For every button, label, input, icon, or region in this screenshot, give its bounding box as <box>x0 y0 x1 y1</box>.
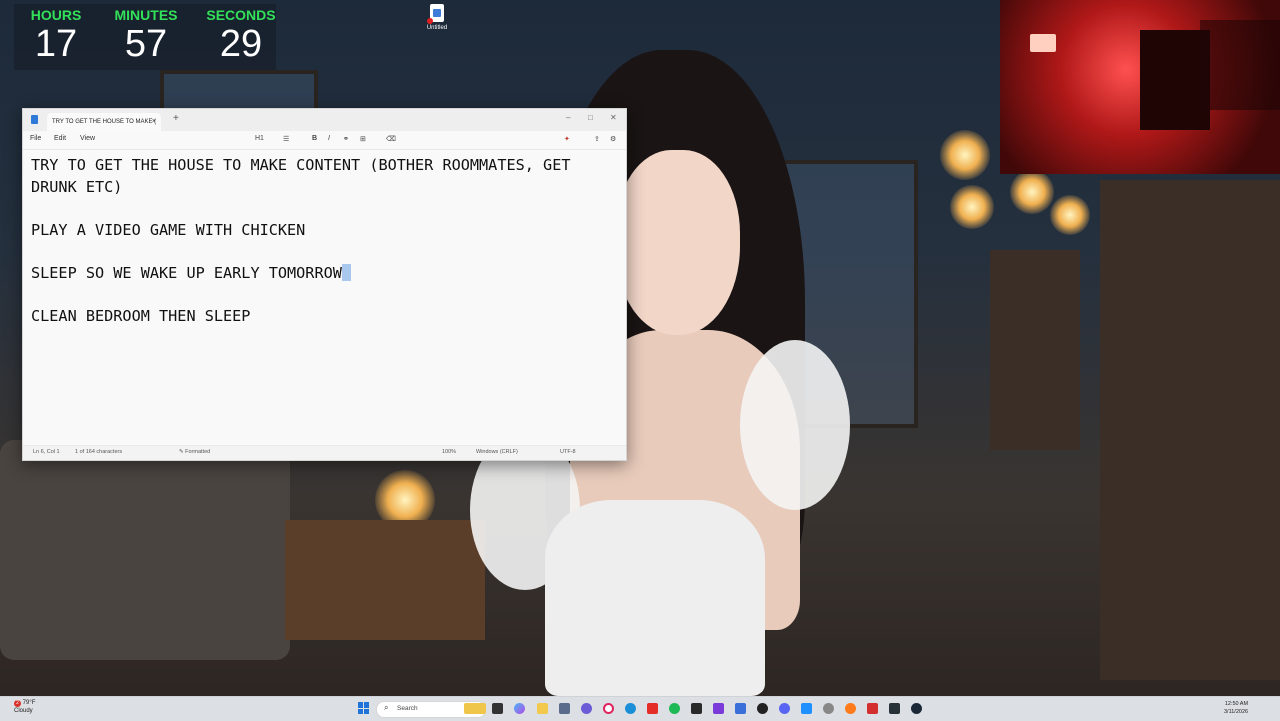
copilot-app-icon[interactable] <box>514 703 525 714</box>
new-tab-button[interactable]: + <box>173 113 179 124</box>
clock-hours-label: HOURS <box>30 7 82 23</box>
clock-seconds-label: SECONDS <box>206 7 276 23</box>
spotify-icon[interactable] <box>669 703 680 714</box>
zoom-level[interactable]: 100% <box>442 449 456 455</box>
discord-icon[interactable] <box>779 703 790 714</box>
clock-hours-value: 17 <box>34 23 78 65</box>
taskbar: 2 79°F Cloudy ⌕ Search 12:50 AM 3/11/202… <box>0 696 1280 721</box>
app-icon[interactable] <box>735 703 746 714</box>
wallpaper-couch <box>0 440 290 660</box>
wallpaper-shelf <box>1100 180 1280 680</box>
title-bar[interactable]: TRY TO GET THE HOUSE TO MAKE ( × + – □ ✕ <box>23 109 626 131</box>
cursor-position: Ln 6, Col 1 <box>33 449 60 455</box>
tab-document[interactable]: TRY TO GET THE HOUSE TO MAKE ( × <box>47 113 161 131</box>
clock-minutes-label: MINUTES <box>114 7 178 23</box>
notification-badge: 2 <box>14 700 21 707</box>
steam-icon[interactable] <box>911 703 922 714</box>
terminal-icon[interactable] <box>691 703 702 714</box>
italic-button[interactable]: I <box>328 135 330 142</box>
system-clock[interactable]: 12:50 AM 3/11/2026 <box>1224 700 1248 716</box>
settings-app-icon[interactable] <box>823 703 834 714</box>
link-icon[interactable]: ⚭ <box>343 135 349 143</box>
app-icon[interactable] <box>713 703 724 714</box>
obs-icon[interactable] <box>757 703 768 714</box>
wallpaper-lamp <box>940 130 990 180</box>
notepad-window: TRY TO GET THE HOUSE TO MAKE ( × + – □ ✕… <box>22 108 627 461</box>
table-icon[interactable]: ⊞ <box>360 135 366 143</box>
app-icon[interactable] <box>889 703 900 714</box>
webcam-shadow <box>1200 20 1280 110</box>
formatted-indicator[interactable]: ✎ Formatted <box>179 449 210 455</box>
text-editor[interactable]: TRY TO GET THE HOUSE TO MAKE CONTENT (BO… <box>31 155 622 349</box>
app-icon[interactable] <box>801 703 812 714</box>
status-bar: Ln 6, Col 1 1 of 164 characters ✎ Format… <box>23 445 626 460</box>
teams-icon[interactable] <box>581 703 592 714</box>
wallpaper-figure-dress <box>545 500 765 696</box>
clock-minutes-value: 57 <box>124 23 168 65</box>
tray-date: 3/11/2026 <box>1224 709 1249 715</box>
weather-temp: 79°F <box>22 700 36 706</box>
editor-line: SLEEP SO WE WAKE UP EARLY TOMORROW <box>31 263 622 285</box>
maximize-button[interactable]: □ <box>588 113 593 122</box>
clock-minutes: MINUTES 57 <box>104 4 188 64</box>
tab-title: TRY TO GET THE HOUSE TO MAKE ( <box>52 119 157 125</box>
tray-time: 12:50 AM <box>1224 701 1249 707</box>
share-icon[interactable]: ⇪ <box>594 135 600 143</box>
clock-hours: HOURS 17 <box>14 4 98 64</box>
search-placeholder: Search <box>397 705 418 712</box>
wallpaper-lamp <box>1010 170 1054 214</box>
app-icon[interactable] <box>867 703 878 714</box>
settings-gear-icon[interactable]: ⚙ <box>610 135 616 143</box>
heading-dropdown[interactable]: H1 <box>255 135 264 142</box>
menu-bar: File Edit View H1 ☰ B I ⚭ ⊞ ⌫ ✦ ⇪ ⚙ <box>23 131 626 150</box>
list-icon[interactable]: ☰ <box>283 135 289 143</box>
wallpaper-fur <box>740 340 850 510</box>
tab-close-icon[interactable]: × <box>152 113 156 131</box>
editor-line: CLEAN BEDROOM THEN SLEEP <box>31 306 251 325</box>
wallpaper-shelf <box>990 250 1080 450</box>
widget-image-icon[interactable] <box>464 703 486 714</box>
close-button[interactable]: ✕ <box>610 113 617 122</box>
file-explorer-icon[interactable] <box>537 703 548 714</box>
wallpaper-figure-face <box>615 150 740 335</box>
clock-seconds: SECONDS 29 <box>199 4 283 64</box>
menu-file[interactable]: File <box>30 135 41 142</box>
search-icon: ⌕ <box>384 703 389 712</box>
wallpaper-lamp <box>950 185 994 229</box>
webcam-overlay <box>1000 0 1280 174</box>
error-badge-icon <box>427 18 433 24</box>
encoding[interactable]: UTF-8 <box>560 449 576 455</box>
text-selection <box>341 263 351 281</box>
clock-widget: HOURS 17 MINUTES 57 SECONDS 29 <box>14 4 276 70</box>
character-count: 1 of 164 characters <box>75 449 123 455</box>
edge-icon[interactable] <box>625 703 636 714</box>
editor-line: PLAY A VIDEO GAME WITH CHICKEN <box>31 220 306 239</box>
clear-formatting-icon[interactable]: ⌫ <box>386 135 396 143</box>
menu-edit[interactable]: Edit <box>54 135 66 142</box>
task-view-icon[interactable] <box>492 703 503 714</box>
app-icon[interactable] <box>559 703 570 714</box>
opera-icon[interactable] <box>603 703 614 714</box>
weather-widget[interactable]: 2 79°F Cloudy <box>14 699 35 715</box>
desktop-icon-untitled[interactable]: Untitled <box>420 4 454 31</box>
firefox-icon[interactable] <box>845 703 856 714</box>
minimize-button[interactable]: – <box>566 113 570 122</box>
editor-line: TRY TO GET THE HOUSE TO MAKE CONTENT (BO… <box>31 156 571 196</box>
bold-button[interactable]: B <box>312 135 317 142</box>
youtube-icon[interactable] <box>647 703 658 714</box>
webcam-lamp <box>1030 34 1056 52</box>
formatted-label: Formatted <box>185 449 211 455</box>
start-button[interactable] <box>358 702 370 714</box>
line-ending[interactable]: Windows (CRLF) <box>476 449 518 455</box>
wallpaper-table <box>285 520 485 640</box>
notepad-app-icon <box>31 115 38 124</box>
copilot-icon[interactable]: ✦ <box>564 135 570 143</box>
menu-view[interactable]: View <box>80 135 95 142</box>
desktop-icon-label: Untitled <box>426 25 448 31</box>
clock-seconds-value: 29 <box>219 23 263 65</box>
editor-line-text: SLEEP SO WE WAKE UP EARLY TOMORROW <box>31 263 342 282</box>
wallpaper-lamp <box>1050 195 1090 235</box>
weather-desc: Cloudy <box>14 708 33 714</box>
